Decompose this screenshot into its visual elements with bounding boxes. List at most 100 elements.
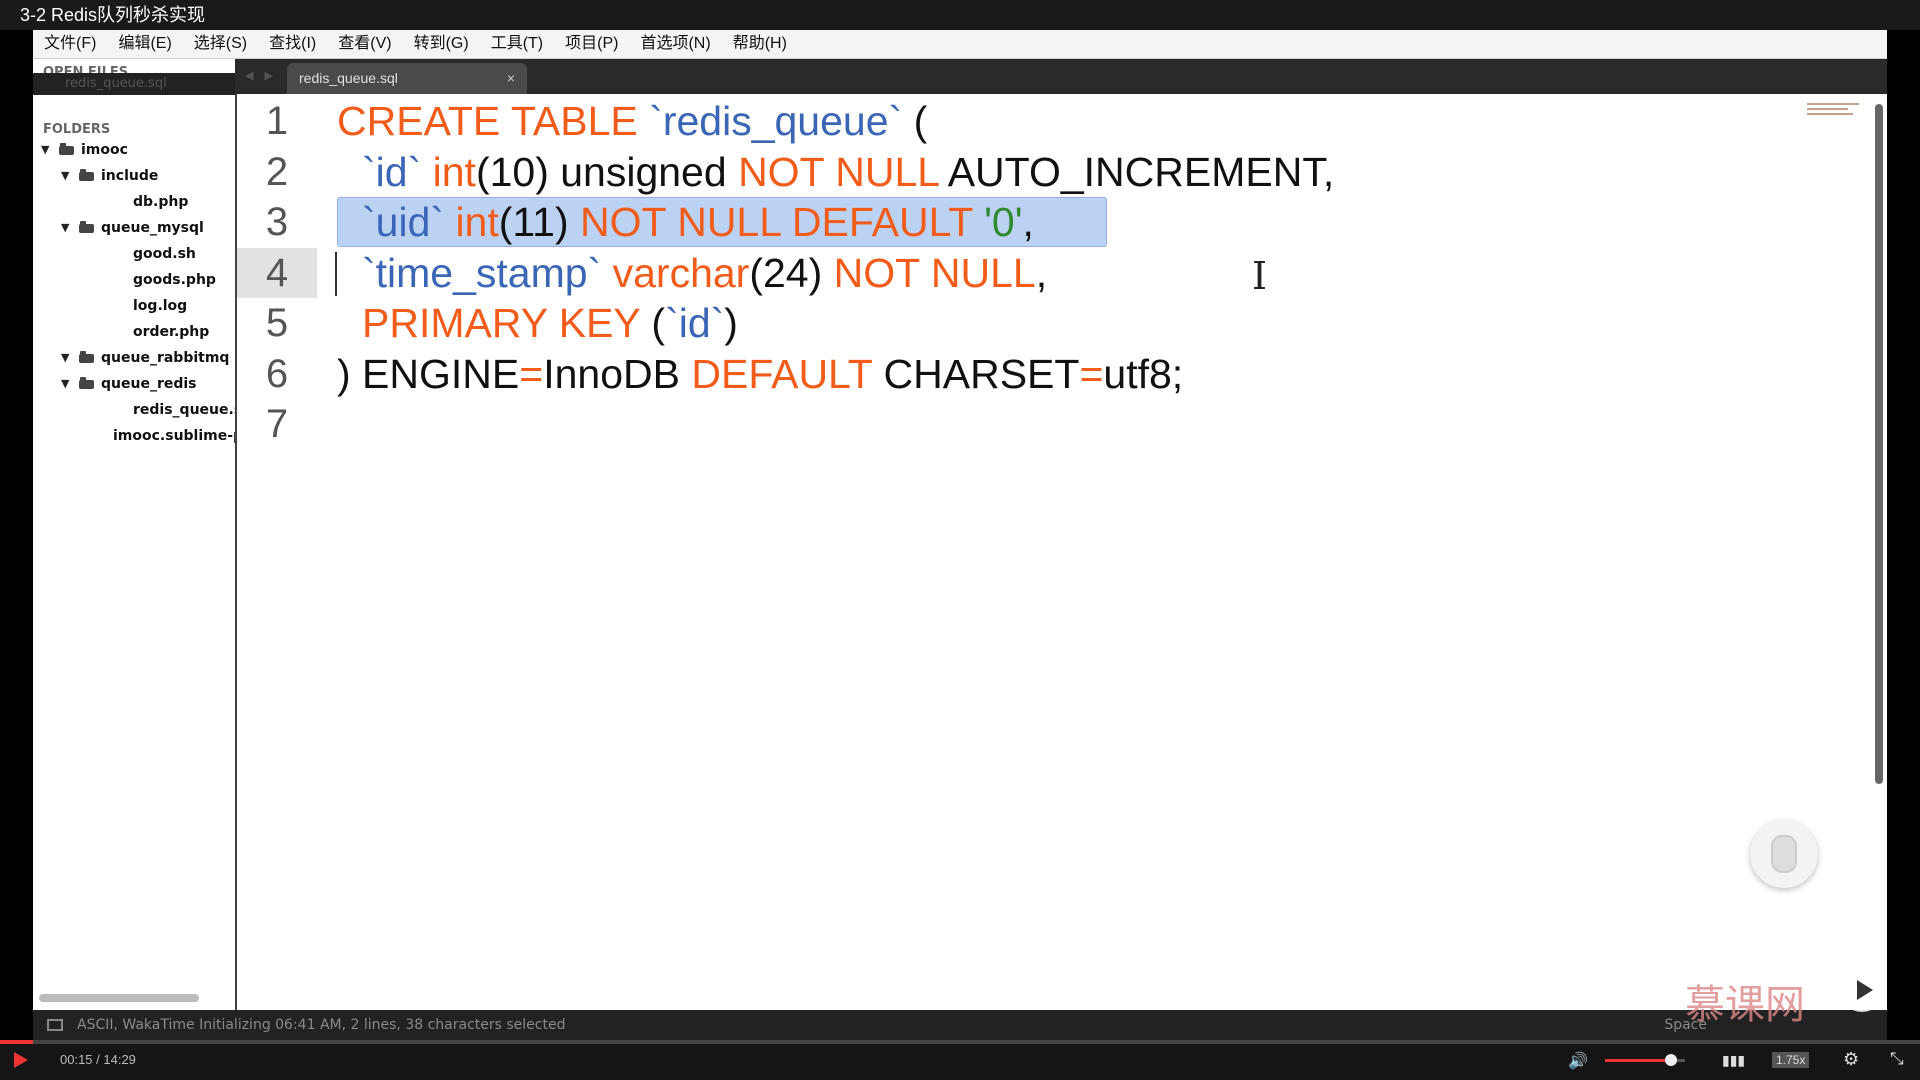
status-bar: ASCII, WakaTime Initializing 06:41 AM, 2… (33, 1010, 1887, 1040)
tree-folder[interactable]: ▼ imooc (33, 137, 235, 163)
menu-item[interactable]: 项目(P) (554, 30, 629, 58)
tree-file[interactable]: good.sh (33, 241, 235, 267)
tree-label: imooc.sublime-project (113, 428, 235, 444)
code-line[interactable]: PRIMARY KEY (`id`) (362, 298, 738, 348)
token-plain: ( (640, 300, 666, 346)
minimap[interactable] (1807, 100, 1865, 120)
status-text: ASCII, WakaTime Initializing 06:41 AM, 2… (77, 1017, 566, 1033)
token-str: `uid` (362, 199, 445, 245)
folder-tree: ▼ imooc ▼ include db.php ▼ queue_mysql good.sh g… (33, 137, 235, 449)
folder-icon (59, 143, 74, 155)
text-cursor (335, 251, 337, 296)
menu-item[interactable]: 转到(G) (403, 30, 480, 58)
menu-item[interactable]: 工具(T) (480, 30, 554, 58)
tree-file[interactable]: db.php (33, 189, 235, 215)
code-line[interactable]: `id` int(10) unsigned NOT NULL AUTO_INCR… (362, 147, 1334, 197)
panel-toggle-icon[interactable] (47, 1019, 63, 1031)
tree-label: queue_mysql (101, 220, 204, 236)
overlay-play-icon[interactable] (1840, 968, 1884, 1012)
tree-label: good.sh (133, 246, 196, 262)
token-plain: (10) unsigned (475, 148, 739, 195)
tab-bar: ◀ ▶ redis_queue.sql × (235, 59, 1887, 94)
tree-file[interactable]: goods.php (33, 267, 235, 293)
tree-file[interactable]: imooc.sublime-project (33, 423, 235, 449)
playback-speed[interactable]: 1.75x (1772, 1052, 1810, 1068)
tree-file[interactable]: log.log (33, 293, 235, 319)
volume-knob[interactable] (1664, 1054, 1677, 1066)
quality-bars-icon[interactable]: ▮▮▮ (1722, 1052, 1745, 1069)
menu-item[interactable]: 查找(I) (258, 30, 327, 58)
code-editor[interactable]: 1234567 CREATE TABLE `redis_queue` (`id`… (235, 94, 1887, 1010)
open-file-item[interactable]: redis_queue.sql (33, 73, 235, 95)
tree-folder[interactable]: ▼ include (33, 163, 235, 189)
code-line[interactable]: `uid` int(11) NOT NULL DEFAULT '0', (362, 197, 1034, 247)
menu-bar: 文件(F) 编辑(E) 选择(S) 查找(I) 查看(V) 转到(G) 工具(T) 项目(P)… (33, 30, 1887, 59)
menu-item[interactable]: 查看(V) (327, 30, 402, 58)
line-number: 1 (265, 99, 289, 143)
token-plain: (11) (498, 199, 581, 245)
token-plain: AUTO_INCREMENT, (938, 148, 1335, 195)
tree-label: include (101, 168, 159, 184)
token-plain: CHARSET (872, 350, 1080, 397)
token-plain: , (1022, 199, 1034, 245)
chevron-down-icon[interactable]: ▼ (61, 371, 69, 397)
tree-label: queue_redis (101, 376, 197, 392)
token-kw: = (1079, 350, 1104, 397)
line-number: 7 (265, 402, 289, 446)
tree-folder[interactable]: ▼ queue_redis (33, 371, 235, 397)
code-line[interactable]: CREATE TABLE `redis_queue` ( (337, 96, 927, 146)
volume-icon[interactable]: 🔊 (1568, 1051, 1588, 1071)
folder-icon (79, 351, 94, 363)
video-title-bar: 3-2 Redis队列秒杀实现 (0, 0, 1920, 30)
chevron-down-icon[interactable]: ▼ (61, 345, 69, 371)
token-kw: varchar (612, 249, 750, 296)
video-progress-bar[interactable] (0, 1040, 1920, 1044)
chevron-down-icon[interactable]: ▼ (41, 137, 49, 163)
tree-label: redis_queue.sql (133, 402, 235, 418)
video-title: 3-2 Redis队列秒杀实现 (20, 5, 206, 25)
chevron-down-icon[interactable]: ▼ (61, 163, 69, 189)
token-str: `redis_queue` (649, 98, 903, 144)
token-kw: NOT NULL (738, 148, 939, 195)
token-kw: DEFAULT (691, 350, 873, 397)
token-plain: ) (724, 300, 738, 346)
folder-icon (79, 221, 94, 233)
chevron-down-icon[interactable]: ▼ (61, 215, 69, 241)
code-line[interactable]: `time_stamp` varchar(24) NOT NULL, (362, 248, 1047, 298)
token-kw: int (432, 148, 476, 195)
tree-file[interactable]: redis_queue.sql (33, 397, 235, 423)
sidebar-scrollbar[interactable] (39, 994, 199, 1002)
menu-item[interactable]: 编辑(E) (107, 30, 182, 58)
microphone-icon[interactable] (1750, 820, 1818, 888)
video-progress-fill (0, 1040, 33, 1044)
code-area[interactable]: CREATE TABLE `redis_queue` (`id` int(10)… (337, 94, 1847, 1010)
editor-scrollbar[interactable] (1875, 104, 1883, 784)
line-number: 5 (265, 301, 289, 345)
exit-fullscreen-icon[interactable]: ⤡ (1890, 1049, 1904, 1069)
menu-item[interactable]: 帮助(H) (722, 30, 798, 58)
menu-item[interactable]: 文件(F) (33, 30, 107, 58)
tab-redis-queue-sql[interactable]: redis_queue.sql × (287, 63, 527, 94)
tab-scroll-arrows[interactable]: ◀ ▶ (245, 69, 277, 82)
folder-icon (79, 377, 94, 389)
line-number: 2 (265, 149, 289, 194)
tree-label: log.log (133, 298, 188, 314)
token-plain: (24) (749, 249, 834, 296)
tree-folder[interactable]: ▼ queue_rabbitmq (33, 345, 235, 371)
tree-label: db.php (133, 194, 189, 210)
gear-icon[interactable]: ⚙ (1843, 1049, 1859, 1070)
tree-file[interactable]: order.php (33, 319, 235, 345)
menu-item[interactable]: 首选项(N) (629, 30, 721, 58)
menu-item[interactable]: 选择(S) (183, 30, 258, 58)
line-number: 3 (265, 200, 289, 244)
line-number: 4 (237, 247, 317, 298)
ibeam-cursor-icon: I (1252, 254, 1268, 298)
close-icon[interactable]: × (507, 63, 515, 94)
code-line[interactable]: ) ENGINE=InnoDB DEFAULT CHARSET=utf8; (337, 349, 1183, 399)
play-icon[interactable] (14, 1052, 28, 1068)
tree-folder[interactable]: ▼ queue_mysql (33, 215, 235, 241)
volume-fill (1605, 1059, 1671, 1062)
